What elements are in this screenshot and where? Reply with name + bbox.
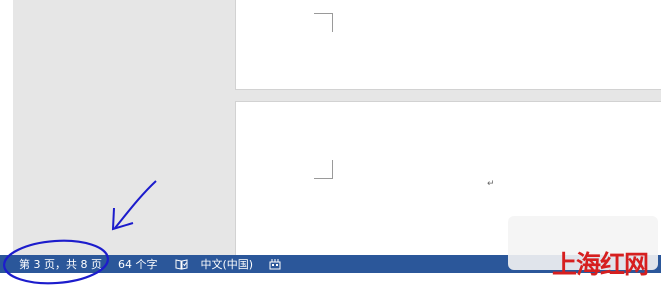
annotation-circle <box>3 239 109 285</box>
annotation-arrow-shaft <box>114 180 157 229</box>
annotation-overlay <box>3 180 157 285</box>
